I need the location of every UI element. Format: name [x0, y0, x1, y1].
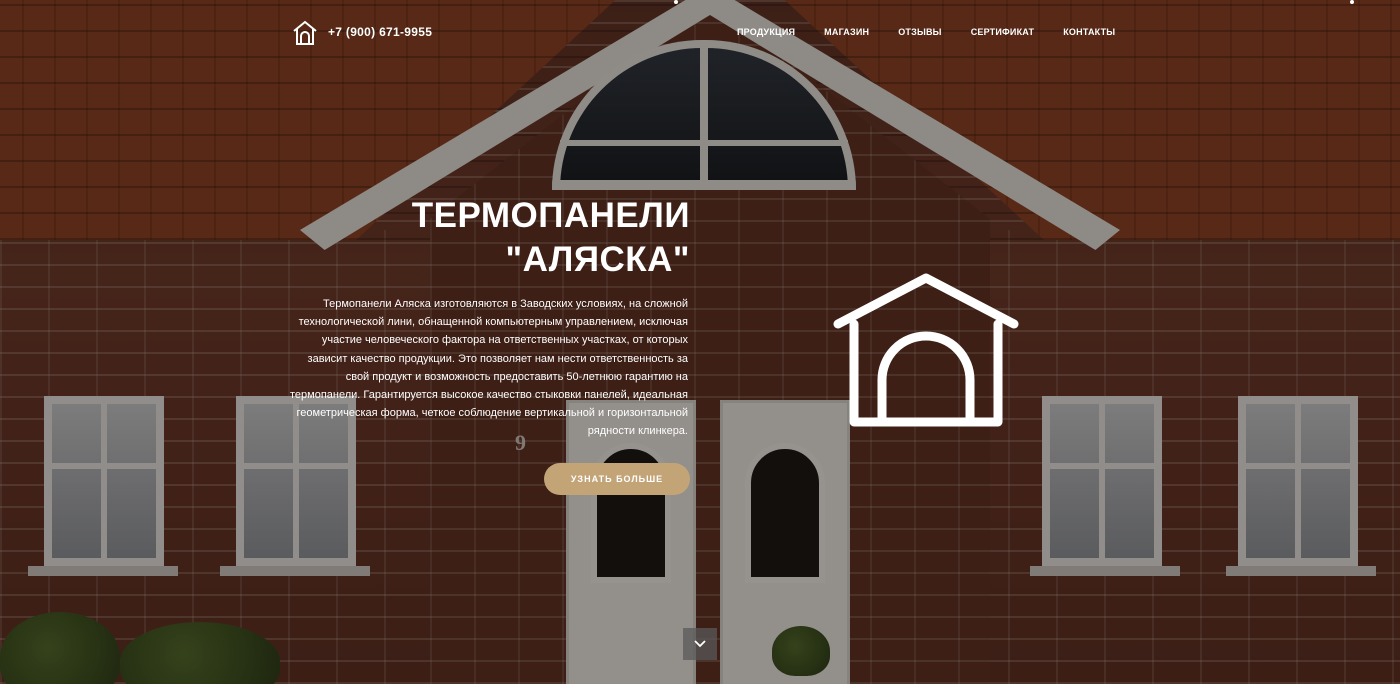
nav-link-contacts[interactable]: КОНТАКТЫ — [1063, 27, 1115, 37]
house-outline-icon — [833, 273, 1019, 427]
chevron-down-icon — [694, 640, 706, 648]
hero-title-line1: ТЕРМОПАНЕЛИ — [411, 196, 690, 235]
dark-overlay — [0, 0, 1400, 684]
frame-dot — [674, 0, 678, 4]
nav-link-products[interactable]: ПРОДУКЦИЯ — [737, 27, 795, 37]
hero-title: ТЕРМОПАНЕЛИ "АЛЯСКА" — [380, 194, 690, 282]
nav-link-certificate[interactable]: СЕРТИФИКАТ — [971, 27, 1035, 37]
hero-section: 9 +7 (900) 671-9955 ПРОДУКЦИЯ МАГАЗИН ОТ… — [0, 0, 1400, 684]
nav-link-shop[interactable]: МАГАЗИН — [824, 27, 869, 37]
scroll-down-button[interactable] — [683, 628, 717, 660]
main-nav: ПРОДУКЦИЯ МАГАЗИН ОТЗЫВЫ СЕРТИФИКАТ КОНТ… — [737, 27, 1144, 37]
phone-number[interactable]: +7 (900) 671-9955 — [328, 25, 432, 39]
nav-link-reviews[interactable]: ОТЗЫВЫ — [898, 27, 941, 37]
house-outline-icon[interactable] — [292, 20, 318, 46]
site-header: +7 (900) 671-9955 ПРОДУКЦИЯ МАГАЗИН ОТЗЫ… — [0, 0, 1400, 62]
hero-title-line2: "АЛЯСКА" — [505, 240, 690, 279]
hero-description: Термопанели Аляска изготовляются в Завод… — [290, 298, 688, 438]
learn-more-button[interactable]: УЗНАТЬ БОЛЬШЕ — [544, 463, 690, 495]
frame-dot — [1350, 0, 1354, 4]
